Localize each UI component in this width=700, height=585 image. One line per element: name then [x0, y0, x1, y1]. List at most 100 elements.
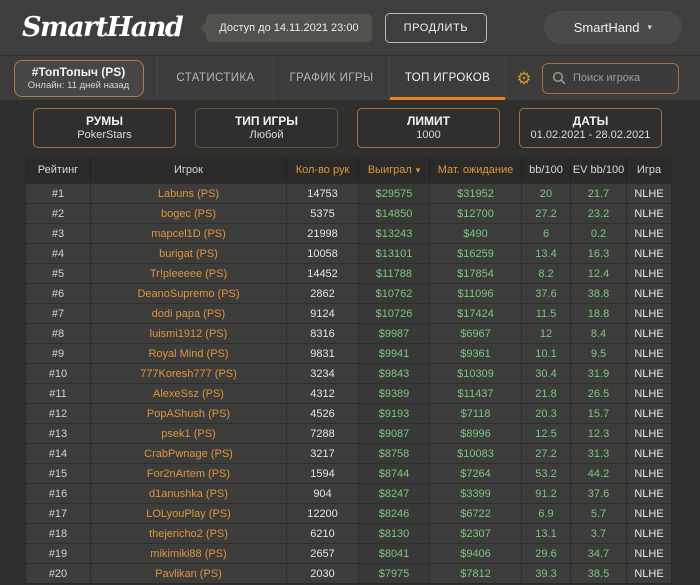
cell-rank: #11 [26, 384, 91, 403]
account-menu-button[interactable]: SmartHand ▾ [543, 11, 682, 44]
cell-rank: #16 [26, 484, 91, 503]
filter-dates-label: ДАТЫ [572, 114, 609, 128]
nav-tab-топ-игроков[interactable]: ТОП ИГРОКОВ [390, 56, 506, 100]
column-header-player[interactable]: Игрок [91, 157, 287, 183]
cell-game: NLHE [634, 307, 664, 320]
cell-ev-bb100: 31.3 [571, 444, 627, 463]
cell-hands: 3234 [287, 364, 359, 383]
cell-player-link[interactable]: CrabPwnage (PS) [91, 444, 287, 463]
cell-hands: 10058 [287, 244, 359, 263]
column-header-expected[interactable]: Мат. ожидание [430, 157, 522, 183]
column-header-bb100[interactable]: bb/100 [522, 157, 571, 183]
column-header-ev_bb100[interactable]: EV bb/100 [571, 157, 627, 183]
cell-won: $10762 [359, 284, 430, 303]
cell-bb100: 37.6 [522, 284, 571, 303]
cell-ev-bb100: 21.7 [571, 184, 627, 203]
cell-ev-bb100: 9.5 [571, 344, 627, 363]
cell-bb100: 10.1 [522, 344, 571, 363]
cell-player-link[interactable]: Royal Mind (PS) [91, 344, 287, 363]
cell-player-link[interactable]: dodi papa (PS) [91, 304, 287, 323]
cell-game: NLHE [634, 267, 664, 280]
table-row: #12 PopAShush (PS) 4526 $9193 $7118 20.3… [26, 403, 671, 423]
column-header-rank[interactable]: Рейтинг [26, 157, 91, 183]
nav-tab-график-игры[interactable]: ГРАФИК ИГРЫ [274, 56, 390, 100]
cell-rank: #3 [26, 224, 91, 243]
table-row: #16 d1anushka (PS) 904 $8247 $3399 91.2 … [26, 483, 671, 503]
cell-bb100: 6.9 [522, 504, 571, 523]
cell-player-link[interactable]: AlexeSsz (PS) [91, 384, 287, 403]
column-header-label: Кол-во рук [295, 164, 350, 176]
cell-won: $13243 [359, 224, 430, 243]
cell-player-link[interactable]: DeanoSupremo (PS) [91, 284, 287, 303]
nav-tab-статистика[interactable]: СТАТИСТИКА [158, 56, 274, 100]
cell-game: NLHE [634, 247, 664, 260]
cell-bb100: 13.4 [522, 244, 571, 263]
cell-hands: 6210 [287, 524, 359, 543]
filter-game-type[interactable]: ТИП ИГРЫ Любой [195, 108, 338, 148]
cell-game: NLHE [634, 367, 664, 380]
cell-ev-bb100: 23.2 [571, 204, 627, 223]
nav-tab-label: СТАТИСТИКА [176, 72, 255, 84]
filter-limit-label: ЛИМИТ [407, 114, 450, 128]
cell-ev-bb100: 12.3 [571, 424, 627, 443]
filter-rooms[interactable]: РУМЫ PokerStars [33, 108, 176, 148]
table-row: #17 LOLyouPlay (PS) 12200 $8246 $6722 6.… [26, 503, 671, 523]
filter-limit[interactable]: ЛИМИТ 1000 [357, 108, 500, 148]
cell-expected: $17854 [430, 264, 522, 283]
cell-rank: #13 [26, 424, 91, 443]
cell-rank: #6 [26, 284, 91, 303]
cell-bb100: 12.5 [522, 424, 571, 443]
cell-hands: 3217 [287, 444, 359, 463]
cell-player-link[interactable]: Pavlikan (PS) [91, 564, 287, 583]
cell-bb100: 6 [522, 224, 571, 243]
cell-rank: #2 [26, 204, 91, 223]
search-input[interactable] [542, 62, 679, 94]
chevron-down-icon: ▾ [647, 22, 652, 32]
access-expiry-badge: Доступ до 14.11.2021 23:00 [206, 13, 372, 42]
cell-expected: $7264 [430, 464, 522, 483]
cell-player-link[interactable]: mikimiki88 (PS) [91, 544, 287, 563]
cell-rank: #1 [26, 184, 91, 203]
cell-player-link[interactable]: Tr!pleeeee (PS) [91, 264, 287, 283]
cell-player-link[interactable]: For2nArtem (PS) [91, 464, 287, 483]
cell-player-link[interactable]: d1anushka (PS) [91, 484, 287, 503]
renew-button[interactable]: ПРОДЛИТЬ [384, 12, 488, 43]
cell-won: $9843 [359, 364, 430, 383]
cell-ev-bb100: 8.4 [571, 324, 627, 343]
profile-tab[interactable]: #ТопТопыч (PS) Онлайн: 11 дней назад [13, 59, 144, 97]
column-header-label: Игрок [174, 164, 203, 176]
cell-expected: $31952 [430, 184, 522, 203]
cell-player-link[interactable]: PopAShush (PS) [91, 404, 287, 423]
cell-ev-bb100: 12.4 [571, 264, 627, 283]
cell-game: NLHE [634, 427, 664, 440]
table-row: #14 CrabPwnage (PS) 3217 $8758 $10083 27… [26, 443, 671, 463]
cell-rank: #12 [26, 404, 91, 423]
cell-player-link[interactable]: Labuns (PS) [91, 184, 287, 203]
cell-player-link[interactable]: psek1 (PS) [91, 424, 287, 443]
cell-won: $7975 [359, 564, 430, 583]
cell-won: $8130 [359, 524, 430, 543]
cell-expected: $2307 [430, 524, 522, 543]
profile-section: #ТопТопыч (PS) Онлайн: 11 дней назад [0, 56, 158, 100]
filter-bar: РУМЫ PokerStars ТИП ИГРЫ Любой ЛИМИТ 100… [0, 100, 700, 156]
cell-player-link[interactable]: mapcel1D (PS) [91, 224, 287, 243]
cell-expected: $17424 [430, 304, 522, 323]
cell-ev-bb100: 31.9 [571, 364, 627, 383]
cell-rank: #17 [26, 504, 91, 523]
cell-player-link[interactable]: bogec (PS) [91, 204, 287, 223]
cell-player-link[interactable]: 777Koresh777 (PS) [91, 364, 287, 383]
column-header-hands[interactable]: Кол-во рук [287, 157, 359, 183]
settings-button[interactable]: ⚙ [506, 56, 542, 100]
filter-dates[interactable]: ДАТЫ 01.02.2021 - 28.02.2021 [519, 108, 662, 148]
table-row: #1 Labuns (PS) 14753 $29575 $31952 20 21… [26, 183, 671, 203]
filter-game-type-value: Любой [249, 129, 284, 141]
cell-game: NLHE [634, 207, 664, 220]
cell-player-link[interactable]: LOLyouPlay (PS) [91, 504, 287, 523]
column-header-game[interactable]: Игра [627, 157, 671, 183]
cell-player-link[interactable]: thejericho2 (PS) [91, 524, 287, 543]
cell-game: NLHE [634, 387, 664, 400]
cell-game: NLHE [634, 227, 664, 240]
cell-player-link[interactable]: luismi1912 (PS) [91, 324, 287, 343]
column-header-won[interactable]: Выиграл ▾ [359, 157, 430, 183]
cell-player-link[interactable]: burigat (PS) [91, 244, 287, 263]
